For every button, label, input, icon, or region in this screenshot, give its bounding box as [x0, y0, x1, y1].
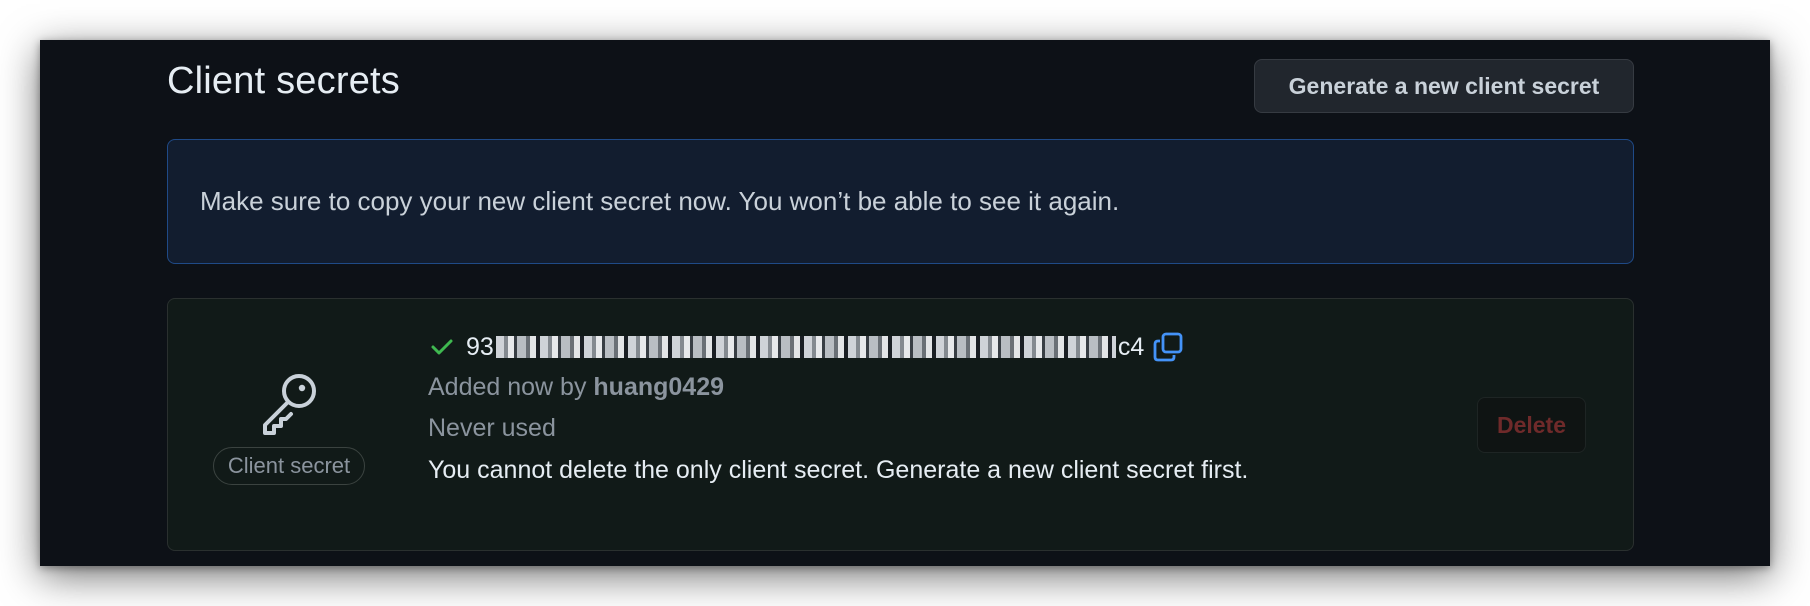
client-secret-item: Client secret 93 c4 Added now by huang04… — [167, 298, 1634, 551]
secret-type-column: Client secret — [200, 367, 378, 485]
redacted-secret-value — [495, 336, 1116, 358]
delete-warning: You cannot delete the only client secret… — [428, 456, 1249, 484]
copy-icon[interactable] — [1152, 331, 1184, 363]
delete-secret-button[interactable]: Delete — [1477, 397, 1586, 453]
added-by-line: Added now by huang0429 — [428, 367, 1248, 408]
added-prefix: Added now by — [428, 373, 594, 401]
client-secrets-panel: Client secrets Generate a new client sec… — [40, 40, 1770, 566]
check-icon — [431, 339, 453, 355]
copy-secret-flash-notice: Make sure to copy your new client secret… — [167, 139, 1634, 264]
secret-value-row: 93 c4 — [428, 327, 1248, 367]
secret-type-label: Client secret — [212, 447, 366, 485]
key-icon — [263, 374, 316, 435]
generate-client-secret-button[interactable]: Generate a new client secret — [1254, 59, 1634, 113]
secret-value-suffix: c4 — [1117, 332, 1145, 361]
secret-details: 93 c4 Added now by huang0429 Never used … — [428, 327, 1248, 491]
section-title: Client secrets — [167, 60, 400, 102]
secret-value-prefix: 93 — [466, 332, 494, 361]
flash-message: Make sure to copy your new client secret… — [200, 186, 1120, 216]
added-by-user: huang0429 — [593, 373, 725, 401]
usage-status: Never used — [428, 414, 556, 442]
